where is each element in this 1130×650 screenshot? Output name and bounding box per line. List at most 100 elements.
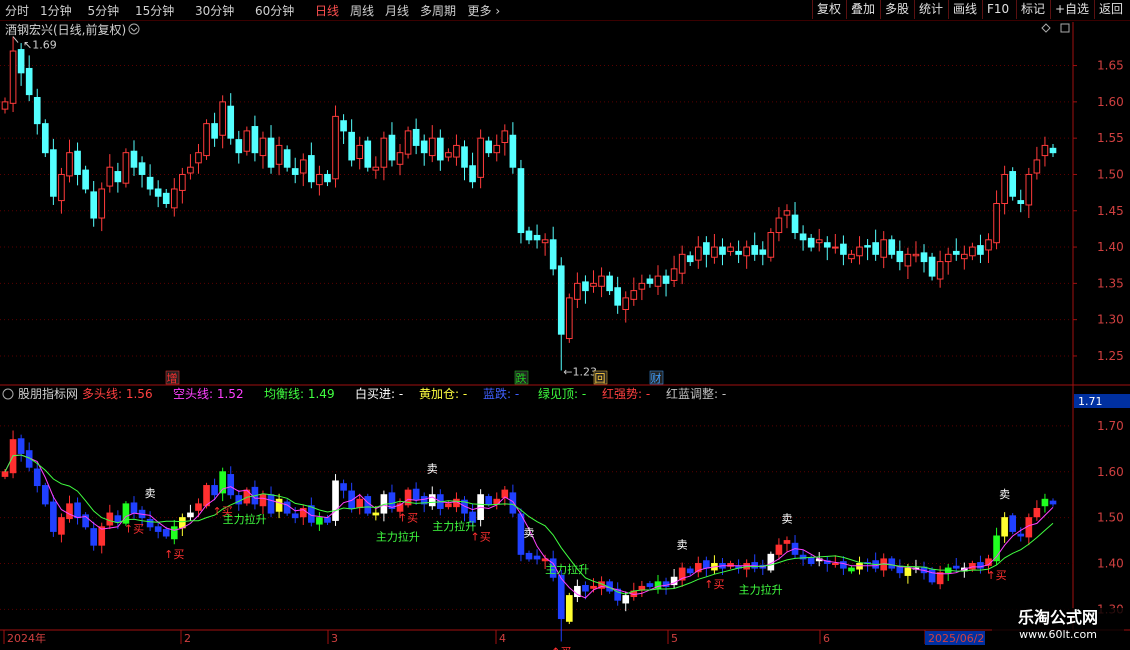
candle-body[interactable] xyxy=(187,166,194,174)
candle-body[interactable] xyxy=(598,275,605,287)
candle-body[interactable] xyxy=(646,278,654,284)
candle-body[interactable] xyxy=(17,49,25,74)
candle-body[interactable] xyxy=(404,130,412,155)
candle-body[interactable] xyxy=(1001,173,1008,205)
candle-body[interactable] xyxy=(445,152,452,158)
candle-body[interactable] xyxy=(952,250,960,255)
candle-body[interactable] xyxy=(743,246,750,257)
candle-body[interactable] xyxy=(453,144,460,158)
candle-body[interactable] xyxy=(751,245,759,255)
candle-body[interactable] xyxy=(130,150,138,168)
candle-body[interactable] xyxy=(840,243,847,255)
candle-body[interactable] xyxy=(437,137,444,161)
candle-body[interactable] xyxy=(565,297,573,340)
candle-body[interactable] xyxy=(82,169,89,190)
candle-body[interactable] xyxy=(332,115,339,180)
candle-body[interactable] xyxy=(501,130,509,144)
candle-body[interactable] xyxy=(985,239,992,251)
candle-body[interactable] xyxy=(1033,159,1041,174)
indicator-menu-icon[interactable] xyxy=(2,388,14,400)
candle-body[interactable] xyxy=(694,246,702,261)
candle-body[interactable] xyxy=(25,67,33,96)
candle-body[interactable] xyxy=(195,152,202,164)
candle-body[interactable] xyxy=(211,123,218,139)
candle-body[interactable] xyxy=(9,50,17,104)
candle-body[interactable] xyxy=(1025,173,1033,206)
kline-chart-area[interactable]: 1.65 1.60 1.55 1.50 1.45 1.40 1.35 1.30 1.25 1.70… xyxy=(0,0,1130,650)
candle-body[interactable] xyxy=(832,246,839,249)
candle-body[interactable] xyxy=(541,239,549,244)
candle-body[interactable] xyxy=(58,173,65,202)
candle-body[interactable] xyxy=(735,250,742,255)
candle-body[interactable] xyxy=(308,155,315,183)
candle-body[interactable] xyxy=(807,237,815,248)
candle-body[interactable] xyxy=(977,245,984,255)
candle-body[interactable] xyxy=(928,256,936,277)
candle-body[interactable] xyxy=(412,128,420,146)
candle-body[interactable] xyxy=(1049,147,1057,154)
candle-body[interactable] xyxy=(888,239,896,255)
candle-body[interactable] xyxy=(98,188,106,219)
candle-body[interactable] xyxy=(469,165,476,183)
candle-body[interactable] xyxy=(396,152,404,165)
candle-body[interactable] xyxy=(783,210,791,216)
candle-body[interactable] xyxy=(791,214,799,234)
candle-body[interactable] xyxy=(170,188,178,209)
candle-body[interactable] xyxy=(324,173,331,183)
candle-body[interactable] xyxy=(767,232,775,258)
candle-body[interactable] xyxy=(1,101,9,110)
candle-body[interactable] xyxy=(203,123,210,157)
candle-body[interactable] xyxy=(66,152,73,177)
candle-body[interactable] xyxy=(1041,144,1049,157)
candle-body[interactable] xyxy=(50,149,57,197)
candle-body[interactable] xyxy=(275,144,283,165)
candle-body[interactable] xyxy=(1009,171,1017,197)
candle-body[interactable] xyxy=(356,144,364,159)
candle-body[interactable] xyxy=(74,150,81,175)
candle-body[interactable] xyxy=(686,255,694,263)
candle-body[interactable] xyxy=(420,140,428,154)
candle-body[interactable] xyxy=(533,234,541,241)
candle-body[interactable] xyxy=(670,268,678,281)
candle-body[interactable] xyxy=(864,245,871,248)
candle-body[interactable] xyxy=(848,253,855,260)
candle-body[interactable] xyxy=(90,191,97,219)
candle-body[interactable] xyxy=(630,290,638,300)
candle-body[interactable] xyxy=(461,146,468,168)
candle-body[interactable] xyxy=(428,137,436,157)
candle-body[interactable] xyxy=(493,144,501,154)
candle-body[interactable] xyxy=(525,230,533,241)
candle-body[interactable] xyxy=(582,281,589,292)
candle-body[interactable] xyxy=(340,120,347,132)
candle-body[interactable] xyxy=(485,140,493,154)
candle-body[interactable] xyxy=(920,252,928,263)
candle-body[interactable] xyxy=(654,275,662,287)
candle-body[interactable] xyxy=(872,242,879,255)
candle-body[interactable] xyxy=(574,282,581,300)
candle-body[interactable] xyxy=(961,253,968,260)
candle-body[interactable] xyxy=(799,233,807,241)
candle-body[interactable] xyxy=(138,162,146,175)
candle-body[interactable] xyxy=(243,130,251,152)
candle-body[interactable] xyxy=(614,287,621,306)
candle-body[interactable] xyxy=(114,171,122,183)
candle-body[interactable] xyxy=(283,149,291,168)
candle-body[interactable] xyxy=(912,253,920,257)
candle-body[interactable] xyxy=(517,168,525,234)
candle-body[interactable] xyxy=(856,246,863,257)
candle-body[interactable] xyxy=(372,166,380,171)
candle-body[interactable] xyxy=(896,250,904,263)
candle-body[interactable] xyxy=(936,261,944,280)
candle-body[interactable] xyxy=(348,131,355,161)
candle-body[interactable] xyxy=(638,282,646,290)
candle-body[interactable] xyxy=(606,275,613,292)
candle-body[interactable] xyxy=(146,176,154,190)
candle-body[interactable] xyxy=(41,123,49,154)
candle-body[interactable] xyxy=(227,105,235,139)
candle-body[interactable] xyxy=(815,239,823,244)
candle-body[interactable] xyxy=(1017,200,1025,204)
candle-body[interactable] xyxy=(759,249,767,255)
candle-body[interactable] xyxy=(154,188,162,197)
candle-body[interactable] xyxy=(727,246,734,252)
candle-body[interactable] xyxy=(388,134,396,161)
